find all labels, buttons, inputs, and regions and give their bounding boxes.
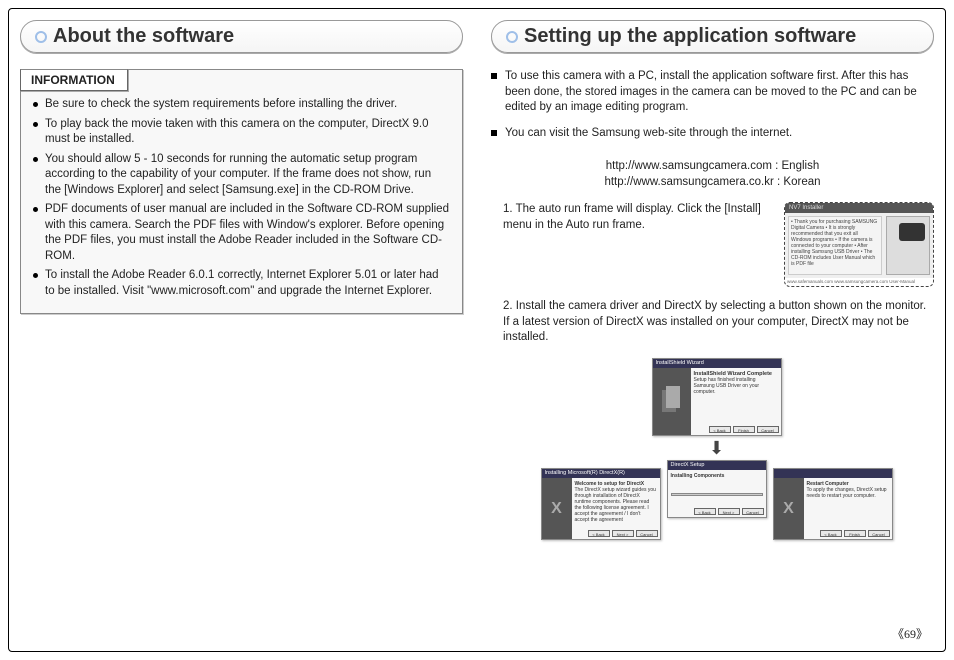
installer-thumbnail: NV7 Installer • Thank you for purchasing… — [784, 202, 934, 287]
info-bullet: Be sure to check the system requirements… — [33, 97, 450, 113]
dx3-titlebar — [774, 469, 892, 478]
dx1-titlebar: Installing Microsoft(R) DirectX(R) — [542, 469, 660, 478]
wizard-back-button[interactable]: < Back — [709, 426, 731, 433]
page-number: 《69》 — [892, 626, 928, 642]
installer-text-pane: • Thank you for purchasing SAMSUNG Digit… — [788, 216, 882, 275]
intro-item: You can visit the Samsung web-site throu… — [491, 126, 934, 142]
wizard-side-image — [653, 368, 691, 435]
url-korean: http://www.samsungcamera.co.kr : Korean — [491, 175, 934, 191]
directx-logo-icon: X — [542, 478, 572, 539]
directx-installing-dialog: DirectX Setup Installing Components < Ba… — [667, 460, 767, 518]
info-bullet: You should allow 5 - 10 seconds for runn… — [33, 152, 450, 199]
dx2-back-button[interactable]: < Back — [694, 508, 716, 515]
dx3-main: Restart Computer To apply the changes, D… — [804, 478, 892, 539]
dx3-body: To apply the changes, DirectX setup need… — [807, 487, 889, 499]
step-2: 2. Install the camera driver and DirectX… — [491, 299, 934, 346]
step2-figures: InstallShield Wizard InstallShield Wizar… — [491, 358, 934, 540]
wizard-complete-dialog: InstallShield Wizard InstallShield Wizar… — [652, 358, 782, 436]
dx1-main: Welcome to setup for DirectX The DirectX… — [572, 478, 660, 539]
intro-squares: To use this camera with a PC, install th… — [491, 69, 934, 151]
arrow-down-icon: ⬇ — [709, 436, 724, 460]
dx2-next-button[interactable]: Next > — [718, 508, 740, 515]
directx-restart-dialog: X Restart Computer To apply the changes,… — [773, 468, 893, 540]
directx-logo-icon: X — [774, 478, 804, 539]
information-body: Be sure to check the system requirements… — [21, 91, 462, 313]
information-label: INFORMATION — [20, 69, 128, 91]
dx2-main: Installing Components < Back Next > Canc… — [668, 470, 766, 517]
dx2-titlebar: DirectX Setup — [668, 461, 766, 470]
installer-body: • Thank you for purchasing SAMSUNG Digit… — [785, 213, 933, 278]
left-title-text: About the software — [53, 23, 234, 50]
left-column: About the software INFORMATION Be sure t… — [20, 20, 463, 640]
right-column: Setting up the application software To u… — [491, 20, 934, 640]
info-bullet: To install the Adobe Reader 6.0.1 correc… — [33, 268, 450, 299]
wizard-body-text: Setup has finished installing Samsung US… — [694, 377, 778, 395]
installer-titlebar: NV7 Installer — [785, 203, 933, 213]
info-bullet: PDF documents of user manual are include… — [33, 202, 450, 264]
step1-text: 1. The auto run frame will display. Clic… — [491, 202, 774, 287]
dx1-back-button[interactable]: < Back — [588, 530, 610, 537]
wizard-cancel-button[interactable]: Cancel — [757, 426, 779, 433]
directx-dialogs-row: Installing Microsoft(R) DirectX(R) X Wel… — [541, 468, 893, 540]
step-1: 1. The auto run frame will display. Clic… — [491, 202, 934, 287]
information-block: INFORMATION Be sure to check the system … — [20, 69, 463, 314]
section-title-right: Setting up the application software — [491, 20, 934, 53]
intro-item: To use this camera with a PC, install th… — [491, 69, 934, 116]
page-content: About the software INFORMATION Be sure t… — [20, 20, 934, 640]
dx3-finish-button[interactable]: Finish — [844, 530, 866, 537]
section-title-left: About the software — [20, 20, 463, 53]
info-bullet: To play back the movie taken with this c… — [33, 117, 450, 148]
wizard-titlebar: InstallShield Wizard — [653, 359, 781, 368]
ring-icon — [35, 31, 47, 43]
dx2-head: Installing Components — [671, 473, 763, 479]
dx1-body: The DirectX setup wizard guides you thro… — [575, 487, 657, 523]
ring-icon — [506, 31, 518, 43]
information-bullets: Be sure to check the system requirements… — [33, 97, 450, 299]
step2-text: 2. Install the camera driver and DirectX… — [503, 300, 926, 343]
dx3-cancel-button[interactable]: Cancel — [868, 530, 890, 537]
wizard-main: InstallShield Wizard Complete Setup has … — [691, 368, 781, 435]
right-title-text: Setting up the application software — [524, 23, 856, 50]
dx3-back-button[interactable]: < Back — [820, 530, 842, 537]
dx1-next-button[interactable]: Next > — [612, 530, 634, 537]
installer-footer: www.safemanuals.com www.samsungcamera.co… — [785, 278, 933, 286]
wizard-head: InstallShield Wizard Complete — [694, 371, 778, 378]
dx2-progress-bar — [671, 493, 763, 496]
url-english: http://www.samsungcamera.com : English — [491, 159, 934, 175]
dx1-cancel-button[interactable]: Cancel — [636, 530, 658, 537]
url-block: http://www.samsungcamera.com : English h… — [491, 159, 934, 190]
wizard-finish-button[interactable]: Finish — [733, 426, 755, 433]
dx2-cancel-button[interactable]: Cancel — [742, 508, 764, 515]
installer-camera-image — [886, 216, 930, 275]
directx-welcome-dialog: Installing Microsoft(R) DirectX(R) X Wel… — [541, 468, 661, 540]
